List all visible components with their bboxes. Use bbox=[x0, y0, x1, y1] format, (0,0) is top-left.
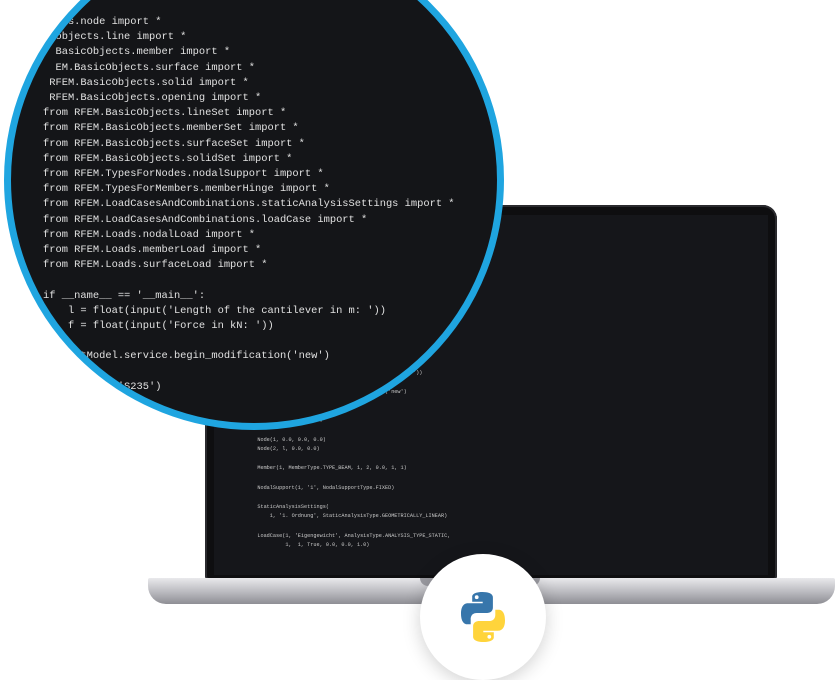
lens-code-editor: cts.node import * objects.line import * … bbox=[43, 15, 455, 423]
code-line: from RFEM.BasicObjects.memberSet import … bbox=[43, 122, 299, 135]
code-line: from RFEM.TypesForMembers.memberHinge im… bbox=[43, 183, 330, 196]
code-line: StaticAnalysisSettings( bbox=[248, 503, 329, 510]
python-logo-icon bbox=[461, 592, 505, 642]
code-line: lientModel.service.begin_modification('n… bbox=[43, 350, 330, 363]
code-line: NodalSupport(1, '1', NodalSupportType.FI… bbox=[248, 484, 395, 491]
zoom-lens: cts.node import * objects.line import * … bbox=[4, 0, 504, 430]
code-line: from RFEM.Loads.nodalLoad import * bbox=[43, 228, 256, 241]
code-line: from RFEM.LoadCasesAndCombinations.loadC… bbox=[43, 213, 368, 226]
code-line: from RFEM.BasicObjects.solidSet import * bbox=[43, 152, 293, 165]
code-line: RFEM.BasicObjects.opening import * bbox=[43, 92, 262, 105]
code-line: if __name__ == '__main__': bbox=[43, 289, 206, 302]
code-line: 1, 1, True, 0.0, 0.0, 1.0) bbox=[248, 542, 370, 549]
code-line: from RFEM.LoadCasesAndCombinations.stati… bbox=[43, 198, 455, 211]
code-line: f = float(input('Force in kN: ')) bbox=[43, 320, 274, 333]
code-line: RFEM.BasicObjects.solid import * bbox=[43, 76, 249, 89]
code-line: objects.line import * bbox=[43, 31, 187, 44]
code-line: from RFEM.BasicObjects.surfaceSet import… bbox=[43, 137, 305, 150]
python-badge bbox=[420, 554, 546, 680]
code-line: EM.BasicObjects.surface import * bbox=[43, 61, 256, 74]
code-line: 1, '1. Ordnung', StaticAnalysisType.GEOM… bbox=[248, 513, 448, 520]
code-line: Member(1, MemberType.TYPE_BEAM, 1, 2, 0.… bbox=[248, 465, 407, 472]
code-line: cts.node import * bbox=[43, 16, 162, 28]
code-line: from RFEM.Loads.memberLoad import * bbox=[43, 244, 262, 257]
code-line: BasicObjects.member import * bbox=[43, 46, 231, 59]
code-line: l(1, 'S235') bbox=[43, 380, 162, 393]
code-line: l = float(input('Length of the cantileve… bbox=[43, 304, 386, 317]
code-line: Node(2, l, 0.0, 0.0) bbox=[248, 446, 320, 453]
code-line: Node(1, 0.0, 0.0, 0.0) bbox=[248, 436, 326, 443]
code-line: from RFEM.BasicObjects.lineSet import * bbox=[43, 107, 287, 120]
code-line: from RFEM.Loads.surfaceLoad import * bbox=[43, 259, 268, 272]
code-line: LoadCase(1, 'Eigengewicht', AnalysisType… bbox=[248, 532, 451, 539]
code-line: from RFEM.TypesForNodes.nodalSupport imp… bbox=[43, 168, 324, 181]
